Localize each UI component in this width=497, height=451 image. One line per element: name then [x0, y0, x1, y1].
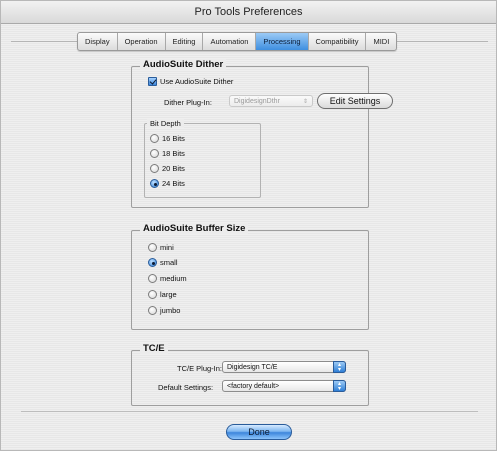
use-dither-checkbox[interactable] [148, 77, 157, 86]
use-dither-label: Use AudioSuite Dither [160, 77, 234, 86]
dither-plugin-value: DigidesignDthr [234, 98, 280, 105]
tab-editing[interactable]: Editing [166, 33, 204, 50]
dither-plugin-popup[interactable]: DigidesignDthr ⇕ [229, 95, 313, 107]
tab-automation[interactable]: Automation [203, 33, 257, 50]
default-settings-label: Default Settings: [158, 383, 214, 392]
radio-small[interactable] [148, 258, 157, 267]
bit-depth-20-label: 20 Bits [162, 164, 185, 173]
buffer-large[interactable]: large [148, 290, 177, 299]
buffer-small-label: small [160, 258, 178, 267]
default-settings-popup[interactable]: <factory default> ▴ ▾ [222, 380, 346, 392]
tab-midi[interactable]: MIDI [366, 33, 396, 50]
bit-depth-24-label: 24 Bits [162, 179, 185, 188]
edit-settings-button[interactable]: Edit Settings [317, 93, 393, 109]
tce-plugin-popup[interactable]: Digidesign TC/E ▴ ▾ [222, 361, 346, 373]
window-title: Pro Tools Preferences [1, 1, 496, 24]
default-settings-value: <factory default> [227, 383, 280, 390]
buffer-mini-label: mini [160, 243, 174, 252]
bit-depth-24[interactable]: 24 Bits [150, 179, 185, 188]
buffer-jumbo-label: jumbo [160, 306, 181, 315]
popup-arrows-icon: ▴ ▾ [333, 361, 346, 373]
radio-medium[interactable] [148, 274, 157, 283]
bit-depth-18-label: 18 Bits [162, 149, 185, 158]
dither-plugin-label: Dither Plug-In: [164, 98, 212, 107]
tce-group: TC/E [131, 343, 369, 406]
buffer-medium-label: medium [160, 274, 187, 283]
buffer-jumbo[interactable]: jumbo [148, 306, 180, 315]
tab-processing[interactable]: Processing [256, 33, 309, 50]
bit-depth-title: Bit Depth [147, 119, 184, 128]
radio-jumbo[interactable] [148, 306, 157, 315]
popup-arrows-icon: ⇕ [302, 99, 308, 105]
radio-mini[interactable] [148, 243, 157, 252]
popup-arrows-icon: ▴ ▾ [333, 380, 346, 392]
buffer-medium[interactable]: medium [148, 274, 187, 283]
dither-group-title: AudioSuite Dither [140, 59, 227, 70]
footer-divider [21, 411, 478, 412]
tab-bar: Display Operation Editing Automation Pro… [77, 32, 398, 51]
done-button[interactable]: Done [226, 424, 292, 440]
bit-depth-18[interactable]: 18 Bits [150, 149, 185, 158]
radio-18-bits[interactable] [150, 149, 159, 158]
buffer-small[interactable]: small [148, 258, 178, 267]
buffer-large-label: large [160, 290, 177, 299]
bit-depth-20[interactable]: 20 Bits [150, 164, 185, 173]
radio-20-bits[interactable] [150, 164, 159, 173]
radio-24-bits[interactable] [150, 179, 159, 188]
tab-display[interactable]: Display [78, 33, 118, 50]
use-dither-row[interactable]: Use AudioSuite Dither [148, 77, 233, 86]
tab-compatibility[interactable]: Compatibility [309, 33, 367, 50]
tce-group-title: TC/E [140, 343, 168, 354]
preferences-window: Pro Tools Preferences Display Operation … [0, 0, 497, 451]
radio-large[interactable] [148, 290, 157, 299]
bit-depth-16-label: 16 Bits [162, 134, 185, 143]
tce-plugin-label: TC/E Plug-In: [177, 364, 223, 373]
bit-depth-16[interactable]: 16 Bits [150, 134, 185, 143]
buffer-group-title: AudioSuite Buffer Size [140, 223, 249, 234]
tce-plugin-value: Digidesign TC/E [227, 364, 278, 371]
buffer-mini[interactable]: mini [148, 243, 174, 252]
tab-operation[interactable]: Operation [118, 33, 166, 50]
radio-16-bits[interactable] [150, 134, 159, 143]
